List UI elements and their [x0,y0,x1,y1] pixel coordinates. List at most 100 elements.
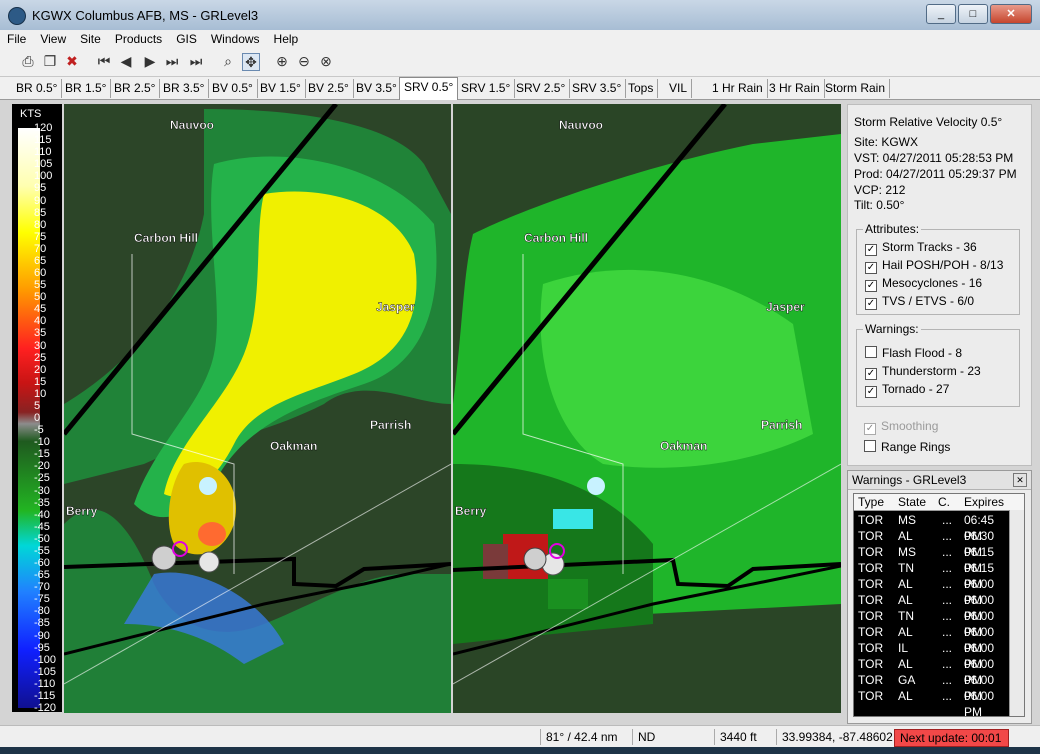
table-row[interactable]: TOR AL... 06:00 PM [854,656,1010,687]
zoom-in-icon[interactable]: ⊕ [274,53,290,69]
site-label: Site: KGWX [854,135,919,149]
menu-view[interactable]: View [33,30,73,48]
column-expires[interactable]: Expires [964,495,1004,509]
table-row[interactable]: TOR TN... 06:15 PM [854,560,1010,591]
scale-tick: -20 [34,460,50,473]
checkbox-hail[interactable]: ✓ Hail POSH/POH - 8/13 [865,258,1003,274]
checkbox-mesocyclones[interactable]: ✓ Mesocyclones - 16 [865,276,982,292]
play-icon[interactable]: ▶ [142,53,158,69]
checkbox-box[interactable] [865,346,877,358]
step-forward-icon[interactable]: ⏭ [164,53,180,69]
scale-tick: -45 [34,520,50,533]
tab-3-hr-rain[interactable]: 3 Hr Rain [765,79,825,98]
scale-tick: 85 [34,206,47,219]
checkbox-box[interactable]: ✓ [865,386,877,398]
table-row[interactable]: TOR MS... 06:15 PM [854,544,1010,575]
zoom-icon[interactable]: ⌕ [220,53,236,69]
menu-file[interactable]: File [0,30,33,48]
pan-icon[interactable]: ✥ [242,53,260,71]
zoom-out-icon[interactable]: ⊖ [296,53,312,69]
checkbox-box[interactable]: ✓ [864,423,876,435]
column-c[interactable]: C. [938,495,950,509]
scale-tick: 70 [34,242,47,255]
tab-bv-0-5[interactable]: BV 0.5° [208,79,258,98]
tab-srv-1-5[interactable]: SRV 1.5° [457,79,516,98]
scale-tick: 0 [34,412,41,424]
menu-windows[interactable]: Windows [204,30,267,48]
scale-tick: 35 [34,327,47,340]
table-row[interactable]: TOR MS... 06:45 PM [854,512,1010,543]
warnings-table-header: Type State C. Expires [854,494,1024,511]
checkbox-box[interactable] [864,440,876,452]
table-row[interactable]: TOR GA... 06:00 PM [854,672,1010,703]
tab-srv-0-5[interactable]: SRV 0.5° [399,77,459,100]
checkbox-box[interactable]: ✓ [865,262,877,274]
tab-br-3-5[interactable]: BR 3.5° [159,79,210,98]
maximize-button[interactable]: □ [958,4,988,24]
scale-tick: -5 [34,424,44,437]
table-row[interactable]: TOR IL... 06:00 PM [854,640,1010,671]
tab-vil[interactable]: VIL [665,79,693,98]
checkbox-storm-tracks[interactable]: ✓ Storm Tracks - 36 [865,240,977,256]
checkbox-flash-flood[interactable]: Flash Flood - 8 [865,346,962,360]
radar-panel-right[interactable]: Nauvoo Carbon Hill Jasper Parrish Oakman… [453,104,841,713]
checkbox-box[interactable]: ✓ [865,368,877,380]
delete-icon[interactable]: ✖ [64,53,80,69]
print-icon[interactable]: ⎙ [20,53,36,69]
checkbox-tornado[interactable]: ✓ Tornado - 27 [865,382,949,398]
title-bar: KGWX Columbus AFB, MS - GRLevel3 _ □ ✕ [0,0,1040,31]
table-row[interactable]: TOR AL... 06:30 PM [854,528,1010,559]
step-back-icon[interactable]: ◀ [118,53,134,69]
table-cell: ... [942,657,953,671]
tab-bv-3-5[interactable]: BV 3.5° [352,79,402,98]
table-row[interactable]: TOR TN... 06:00 PM [854,608,1010,639]
close-icon[interactable]: ✕ [1013,473,1027,487]
tab-storm-rain[interactable]: Storm Rain [821,79,891,98]
warnings-scrollbar[interactable] [1009,510,1024,716]
checkbox-smoothing[interactable]: ✓ Smoothing [864,419,938,435]
copy-icon[interactable]: ❐ [42,53,58,69]
scale-tick: -75 [34,593,50,606]
menu-products[interactable]: Products [108,30,169,48]
zoom-reset-icon[interactable]: ⊗ [318,53,334,69]
info-panel: Storm Relative Velocity 0.5° Site: KGWX … [847,104,1032,466]
checkbox-thunderstorm[interactable]: ✓ Thunderstorm - 23 [865,364,981,380]
checkbox-range-rings[interactable]: Range Rings [864,440,950,454]
close-button[interactable]: ✕ [990,4,1032,24]
table-cell: ... [942,529,953,543]
scale-tick: -15 [34,448,50,461]
city-berry: Berry [66,504,98,518]
first-frame-icon[interactable]: ⏮ [96,53,112,69]
table-row[interactable]: TOR AL... 06:00 PM [854,624,1010,655]
checkbox-box[interactable]: ✓ [865,244,877,256]
radar-panel-left[interactable]: Nauvoo Carbon Hill Jasper Parrish Oakman… [64,104,451,713]
checkbox-tvs[interactable]: ✓ TVS / ETVS - 6/0 [865,294,974,310]
table-row[interactable]: TOR AL... 06:00 PM [854,592,1010,623]
last-frame-icon[interactable]: ⏭ [188,53,204,69]
scale-tick: 40 [34,315,47,328]
checkbox-box[interactable]: ✓ [865,280,877,292]
column-type[interactable]: Type [858,495,884,509]
tab-br-1-5[interactable]: BR 1.5° [61,79,112,98]
column-state[interactable]: State [898,495,926,509]
tab-tops[interactable]: Tops [624,79,659,98]
tab-srv-2-5[interactable]: SRV 2.5° [512,79,571,98]
tab-br-2-5[interactable]: BR 2.5° [110,79,161,98]
menu-gis[interactable]: GIS [169,30,204,48]
tab-1-hr-rain[interactable]: 1 Hr Rain [708,79,768,98]
velocity-dark-red [483,544,508,579]
table-cell: TOR [858,593,884,607]
menu-help[interactable]: Help [267,30,306,48]
checkbox-box[interactable]: ✓ [865,298,877,310]
menu-site[interactable]: Site [73,30,108,48]
table-cell: 06:00 PM [964,689,995,717]
tab-bv-1-5[interactable]: BV 1.5° [256,79,306,98]
tab-srv-3-5[interactable]: SRV 3.5° [568,79,627,98]
tab-bv-2-5[interactable]: BV 2.5° [304,79,354,98]
table-row[interactable]: TOR AL... 06:00 PM [854,576,1010,607]
tab-br-0-5[interactable]: BR 0.5° [12,79,63,98]
status-value: ND [632,729,718,745]
minimize-button[interactable]: _ [926,4,956,24]
scale-tick: 105 [34,158,53,171]
table-row[interactable]: TOR AL... 06:00 PM [854,688,1010,716]
